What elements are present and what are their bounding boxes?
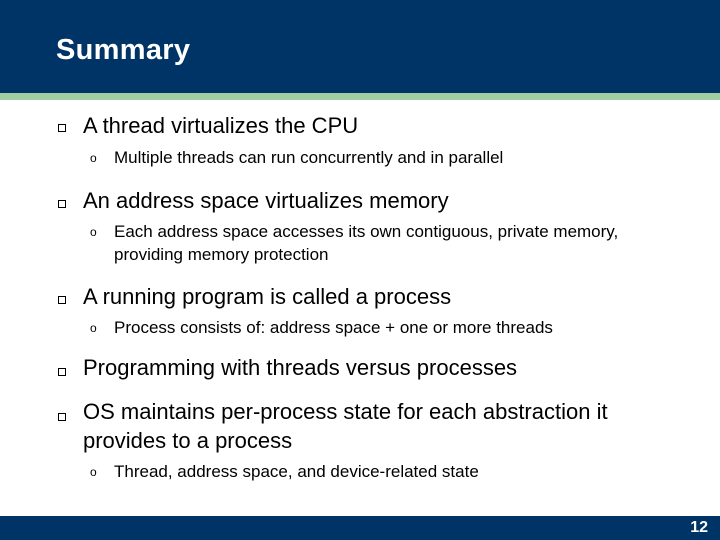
slide-title: Summary <box>56 34 191 66</box>
circle-bullet-icon: o <box>90 321 97 335</box>
sub-bullet-item: Process consists of: address space + one… <box>114 318 553 337</box>
sub-bullet-item: Multiple threads can run concurrently an… <box>114 148 504 167</box>
square-bullet-icon <box>58 413 66 421</box>
bullet-item: A running program is called a process <box>83 284 452 309</box>
square-bullet-icon <box>58 296 66 304</box>
bullet-item: OS maintains per-process state for each … <box>83 399 608 453</box>
bullet-item: Programming with threads versus processe… <box>83 355 518 380</box>
circle-bullet-icon: o <box>90 465 97 479</box>
sub-bullet-item: Thread, address space, and device-relate… <box>114 462 479 481</box>
slide-footer: 12 <box>0 516 720 540</box>
square-bullet-icon <box>58 200 66 208</box>
circle-bullet-icon: o <box>90 225 97 239</box>
circle-bullet-icon: o <box>90 151 97 165</box>
bullet-item: An address space virtualizes memory <box>83 188 449 213</box>
slide-header: Summary <box>0 0 720 93</box>
accent-band <box>0 93 720 100</box>
page-number: 12 <box>690 519 708 536</box>
square-bullet-icon <box>58 368 66 376</box>
square-bullet-icon <box>58 124 66 132</box>
bullet-item: A thread virtualizes the CPU <box>83 113 359 138</box>
sub-bullet-item: Each address space accesses its own cont… <box>114 222 619 264</box>
